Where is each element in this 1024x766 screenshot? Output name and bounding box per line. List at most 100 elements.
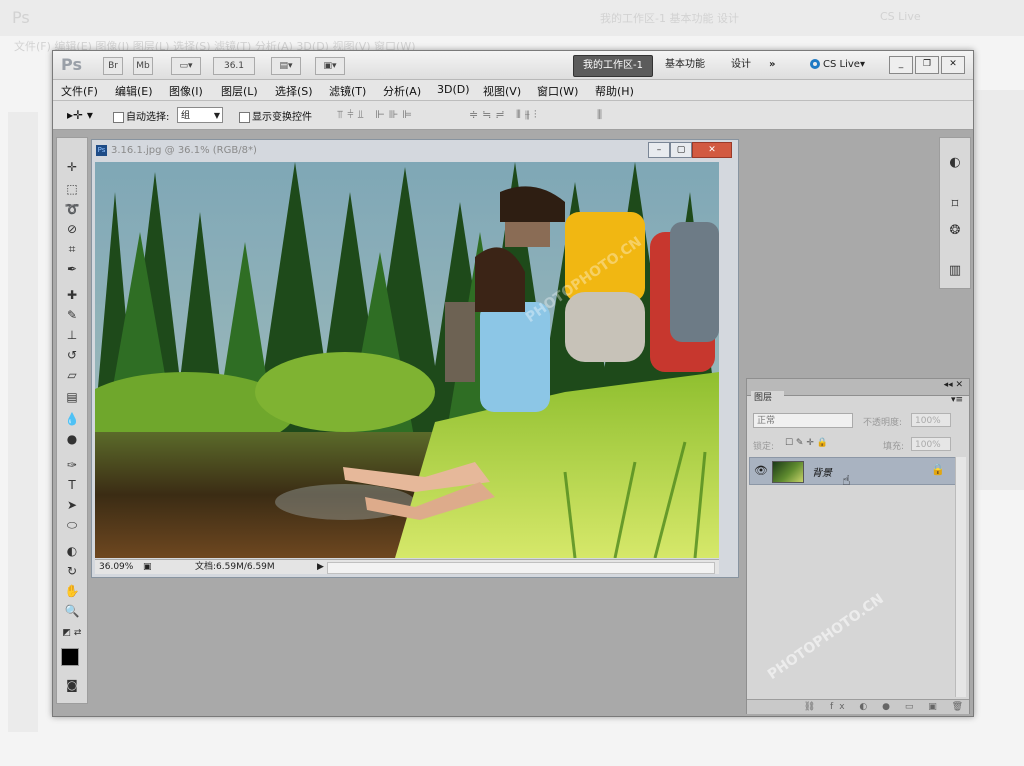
brush-tool-icon[interactable]: ✎ (61, 306, 83, 324)
masks-panel-icon[interactable]: ❂ (946, 222, 964, 240)
zoom-level-select[interactable]: 36.1 (213, 57, 255, 75)
layer-row-background[interactable]: 👁 背景 🔒 (749, 457, 956, 485)
blend-mode-select[interactable]: 正常 (753, 413, 853, 428)
move-tool-preset[interactable]: ▸✛ ▾ (67, 108, 93, 122)
healing-brush-tool-icon[interactable]: ✚ (61, 286, 83, 304)
auto-select-type-value: 组 (181, 111, 191, 121)
clone-stamp-tool-icon[interactable]: ⊥ (61, 326, 83, 344)
menu-select[interactable]: 选择(S) (275, 83, 313, 99)
3d-rotate-tool-icon[interactable]: ◐ (61, 542, 83, 560)
arrange-documents-button[interactable]: ▤▾ (271, 57, 301, 75)
view-extras-button[interactable]: ▭▾ (171, 57, 201, 75)
menu-help[interactable]: 帮助(H) (595, 83, 634, 99)
chevron-down-icon: ▼ (213, 111, 220, 120)
bridge-button[interactable]: Br (103, 57, 123, 75)
workspace-essentials[interactable]: 基本功能 (665, 55, 705, 75)
image-canvas[interactable]: PHOTOPHOTO.CN (95, 162, 719, 558)
status-bar: 36.09% ▣ 文档:6.59M/6.59M ▶ (95, 559, 719, 574)
adjustments-panel-icon[interactable]: ⌑ (946, 196, 964, 214)
photo-image (95, 162, 719, 558)
show-transform-checkbox[interactable]: 显示变换控件 (239, 108, 312, 123)
crop-tool-icon[interactable]: ⌗ (61, 240, 83, 258)
minibridge-button[interactable]: Mb (133, 57, 153, 75)
status-options-icon[interactable]: ▣ (143, 560, 152, 574)
mouse-cursor-icon: ☝ (842, 473, 851, 489)
restore-button[interactable]: ❐ (915, 56, 939, 74)
document-ps-icon: Ps (96, 144, 107, 156)
ghost-cslive: CS Live (880, 10, 921, 23)
layers-scrollbar[interactable] (955, 457, 966, 697)
document-title-bar[interactable]: Ps 3.16.1.jpg @ 36.1% (RGB/8*) (94, 142, 734, 160)
document-window: Ps 3.16.1.jpg @ 36.1% (RGB/8*) – ▢ ✕ PHO… (91, 139, 739, 578)
distribute-buttons[interactable]: ≑≒≓ ⫴⫵⫶ (469, 108, 541, 122)
status-menu-arrow-icon[interactable]: ▶ (317, 560, 324, 574)
align-buttons[interactable]: ⫪⫩⫫ ⊩⊪⊫ (337, 108, 416, 122)
eye-icon[interactable]: 👁 (754, 464, 768, 477)
move-tool-icon[interactable]: ✛ (61, 158, 83, 176)
menu-3d[interactable]: 3D(D) (437, 83, 470, 96)
opacity-label: 不透明度: (863, 418, 903, 428)
path-select-tool-icon[interactable]: ➤ (61, 496, 83, 514)
history-panel-icon[interactable]: ▥ (946, 262, 964, 280)
ghost-background-window (0, 0, 1024, 36)
watermark-text-2: PHOTOPHOTO.CN (764, 590, 887, 684)
hand-tool-icon[interactable]: ✋ (61, 582, 83, 600)
menu-layer[interactable]: 图层(L) (221, 83, 258, 99)
ghost-workspaces: 我的工作区-1 基本功能 设计 (600, 12, 739, 25)
panel-menu-icon[interactable]: ▾≡ (951, 395, 963, 405)
type-tool-icon[interactable]: T (61, 476, 83, 494)
layers-panel-footer-buttons[interactable]: ⛓ fx ◐ ● ▭ ▣ 🗑 (747, 699, 969, 714)
pen-tool-icon[interactable]: ✑ (61, 456, 83, 474)
default-colors-icon[interactable]: ◩ ⇄ (61, 624, 83, 642)
foreground-color-swatch[interactable] (61, 648, 79, 666)
color-panel-icon[interactable]: ◐ (946, 154, 964, 172)
panel-collapse-icon[interactable]: ◂◂ ✕ (944, 380, 963, 390)
menu-filter[interactable]: 滤镜(T) (329, 83, 366, 99)
auto-select-checkbox[interactable]: 自动选择: (113, 108, 169, 123)
menu-window[interactable]: 窗口(W) (537, 83, 578, 99)
gradient-tool-icon[interactable]: ▤ (61, 388, 83, 406)
document-title: 3.16.1.jpg @ 36.1% (RGB/8*) (111, 145, 257, 156)
tab-layers[interactable]: 图层 (751, 391, 784, 405)
opacity-field[interactable]: 100% (911, 413, 951, 427)
quick-mask-icon[interactable]: ◙ (61, 676, 83, 694)
minimize-button[interactable]: _ (889, 56, 913, 74)
ghost-panel (975, 90, 1024, 490)
document-info: 文档:6.59M/6.59M (195, 562, 275, 572)
zoom-level-field[interactable]: 36.09% (99, 560, 133, 574)
lock-icons[interactable]: ☐ ✎ ✛ 🔒 (785, 438, 828, 448)
collapsed-panel-dock: ◐ ⌑ ❂ ▥ (939, 137, 971, 289)
menu-analysis[interactable]: 分析(A) (383, 83, 421, 99)
lock-label: 锁定: (753, 442, 775, 452)
zoom-tool-icon[interactable]: 🔍 (61, 602, 83, 620)
quick-select-tool-icon[interactable]: ⊘ (61, 220, 83, 238)
document-minimize-button[interactable]: – (648, 142, 670, 158)
lasso-tool-icon[interactable]: ➰ (61, 200, 83, 218)
auto-select-label: 自动选择: (126, 112, 170, 123)
dodge-tool-icon[interactable]: ● (61, 430, 83, 448)
menu-image[interactable]: 图像(I) (169, 83, 203, 99)
menu-edit[interactable]: 编辑(E) (115, 83, 153, 99)
menu-view[interactable]: 视图(V) (483, 83, 521, 99)
workspace-more-button[interactable]: » (769, 55, 775, 75)
cs-live-button[interactable]: CS Live▾ (810, 56, 865, 74)
document-maximize-button[interactable]: ▢ (670, 142, 692, 158)
options-bar: ▸✛ ▾ 自动选择: 组 ▼ 显示变换控件 ⫪⫩⫫ ⊩⊪⊫ ≑≒≓ ⫴⫵⫶ ⫼ (53, 101, 973, 130)
auto-align-button[interactable]: ⫼ (597, 108, 606, 122)
blur-tool-icon[interactable]: 💧 (61, 410, 83, 428)
screen-mode-button[interactable]: ▣▾ (315, 57, 345, 75)
fill-field[interactable]: 100% (911, 437, 951, 451)
eyedropper-tool-icon[interactable]: ✒ (61, 260, 83, 278)
history-brush-tool-icon[interactable]: ↺ (61, 346, 83, 364)
auto-select-type-select[interactable]: 组 ▼ (177, 107, 223, 123)
marquee-tool-icon[interactable]: ⬚ (61, 180, 83, 198)
3d-orbit-tool-icon[interactable]: ↻ (61, 562, 83, 580)
eraser-tool-icon[interactable]: ▱ (61, 366, 83, 384)
close-button[interactable]: ✕ (941, 56, 965, 74)
horizontal-scrollbar[interactable] (327, 562, 715, 574)
shape-tool-icon[interactable]: ⬭ (61, 516, 83, 534)
workspace-active-button[interactable]: 我的工作区-1 (573, 55, 653, 77)
menu-file[interactable]: 文件(F) (61, 83, 98, 99)
document-close-button[interactable]: ✕ (692, 142, 732, 158)
workspace-design[interactable]: 设计 (731, 55, 751, 75)
